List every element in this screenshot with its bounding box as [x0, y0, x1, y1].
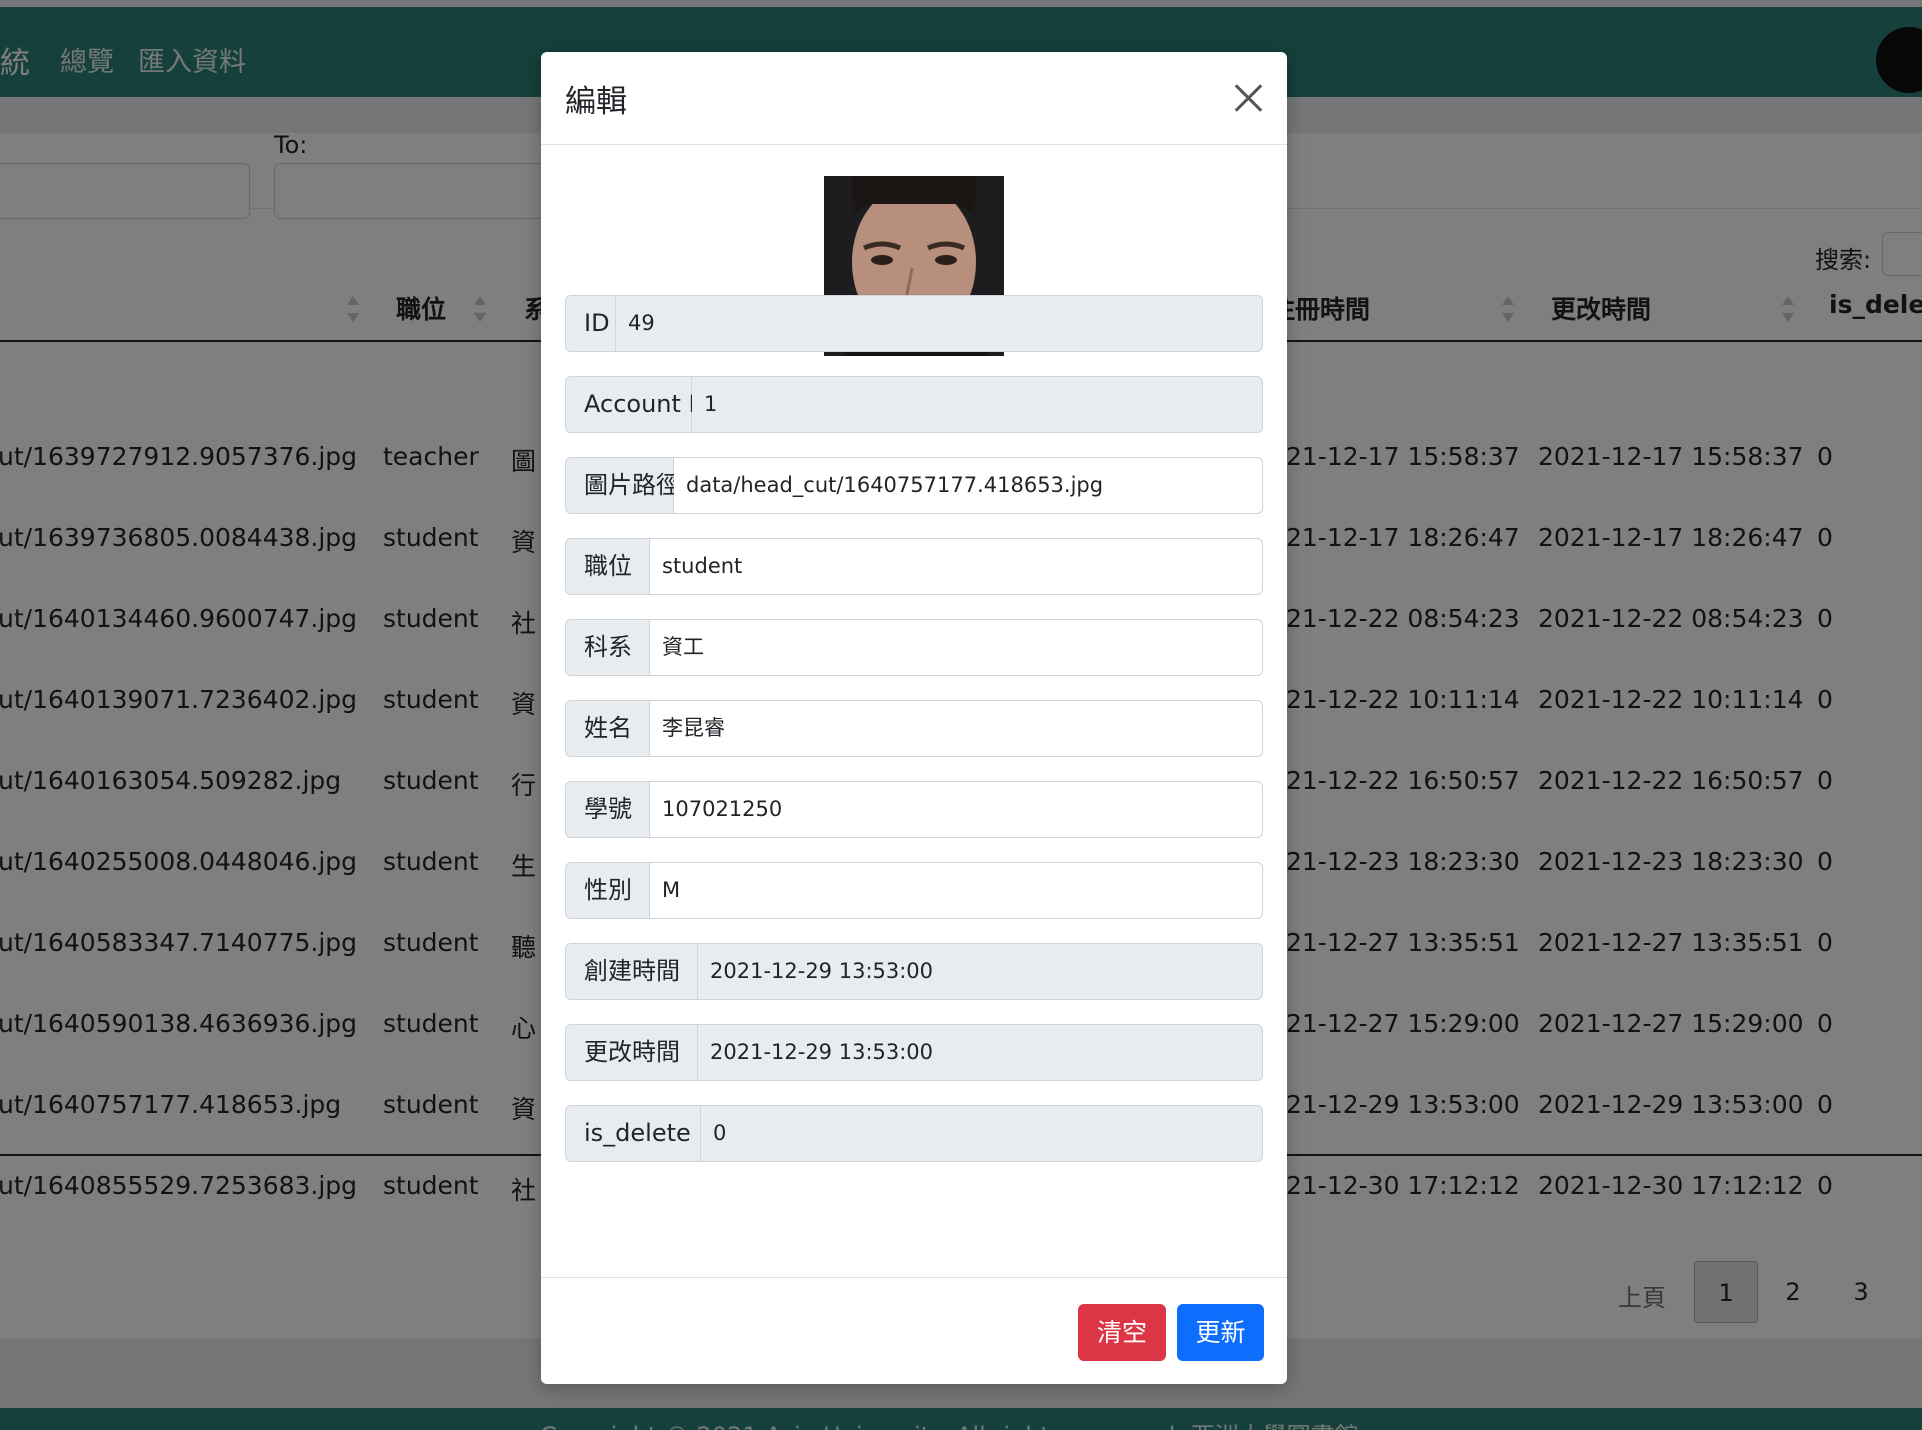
- field-group-is-delete: is_delete 0: [565, 1105, 1263, 1162]
- field-group-created: 創建時間 2021-12-29 13:53:00: [565, 943, 1263, 1000]
- modal-header: 編輯: [541, 52, 1287, 145]
- modal-footer: 清空 更新: [541, 1277, 1287, 1384]
- field-group-updated: 更改時間 2021-12-29 13:53:00: [565, 1024, 1263, 1081]
- gender-field[interactable]: M: [650, 862, 1263, 919]
- field-label-updated: 更改時間: [565, 1024, 698, 1081]
- image-path-field[interactable]: data/head_cut/1640757177.418653.jpg: [674, 457, 1263, 514]
- field-group-gender: 性別 M: [565, 862, 1263, 919]
- field-group-student-no: 學號 107021250: [565, 781, 1263, 838]
- field-group-account-id: Account ID 1: [565, 376, 1263, 433]
- field-label-id: ID: [565, 295, 616, 352]
- field-group-name: 姓名 李昆睿: [565, 700, 1263, 757]
- field-label-gender: 性別: [565, 862, 650, 919]
- update-button[interactable]: 更新: [1177, 1304, 1264, 1361]
- field-group-id: ID 49: [565, 295, 1263, 352]
- is-delete-field: 0: [701, 1105, 1263, 1162]
- field-label-name: 姓名: [565, 700, 650, 757]
- name-field[interactable]: 李昆睿: [650, 700, 1263, 757]
- field-group-role: 職位 student: [565, 538, 1263, 595]
- field-label-created: 創建時間: [565, 943, 698, 1000]
- modal-title: 編輯: [565, 84, 627, 120]
- field-label-is-delete: is_delete: [565, 1105, 701, 1162]
- field-label-image-path: 圖片路徑: [565, 457, 680, 514]
- created-field: 2021-12-29 13:53:00: [698, 943, 1263, 1000]
- close-icon[interactable]: [1231, 80, 1265, 114]
- field-group-department: 科系 資工: [565, 619, 1263, 676]
- updated-field: 2021-12-29 13:53:00: [698, 1024, 1263, 1081]
- department-field[interactable]: 資工: [650, 619, 1263, 676]
- id-field: 49: [616, 295, 1263, 352]
- student-no-field[interactable]: 107021250: [650, 781, 1263, 838]
- field-label-student-no: 學號: [565, 781, 650, 838]
- role-field[interactable]: student: [650, 538, 1263, 595]
- clear-button[interactable]: 清空: [1078, 1304, 1166, 1361]
- field-label-role: 職位: [565, 538, 650, 595]
- field-group-image-path: 圖片路徑 data/head_cut/1640757177.418653.jpg: [565, 457, 1263, 514]
- edit-modal: 編輯 ID 49 Account ID 1 圖片路徑 data/head_cut…: [541, 52, 1287, 1384]
- field-label-department: 科系: [565, 619, 650, 676]
- field-label-account-id: Account ID: [565, 376, 714, 433]
- account-id-field: 1: [692, 376, 1263, 433]
